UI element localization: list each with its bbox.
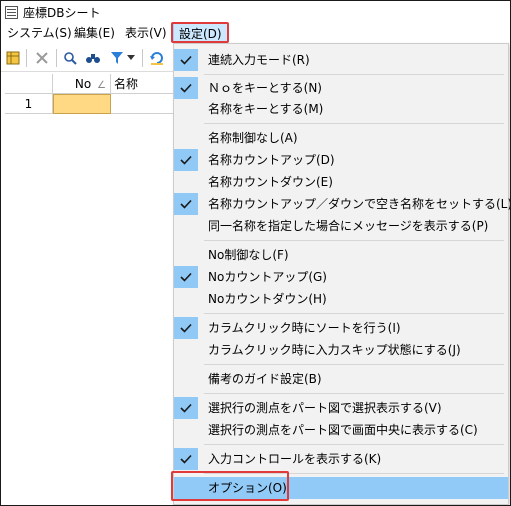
menu-separator — [204, 313, 504, 314]
menu-separator — [204, 74, 504, 75]
menu-item-label: 名称カウントアップ(D) — [208, 153, 335, 167]
menu-item-name-key[interactable]: 名称をキーとする(M) — [174, 98, 508, 120]
menu-item-remarks-guide[interactable]: 備考のガイド設定(B) — [174, 368, 508, 390]
menu-item-column-click-sort[interactable]: カラムクリック時にソートを行う(I) — [174, 317, 508, 339]
menu-edit[interactable]: 編集(E) — [74, 23, 115, 43]
dropdown-arrow-icon[interactable] — [125, 48, 137, 68]
menu-item-show-input-control[interactable]: 入力コントロールを表示する(K) — [174, 448, 508, 470]
toolbar-separator — [142, 49, 143, 67]
column-header-no[interactable]: No ∠ — [53, 74, 111, 94]
menu-item-label: Noカウントアップ(G) — [208, 270, 327, 284]
checkmark-icon — [174, 193, 198, 215]
grid-cell-name[interactable] — [111, 94, 175, 114]
menu-item-label: Ｎｏをキーとする(N) — [208, 81, 322, 95]
sort-indicator-icon: ∠ — [97, 80, 106, 91]
checkmark-icon — [174, 149, 198, 171]
menu-item-name-no-control[interactable]: 名称制御なし(A) — [174, 127, 508, 149]
menu-item-label: 選択行の測点をパート図で選択表示する(V) — [208, 401, 442, 415]
menu-item-no-control-none[interactable]: No制御なし(F) — [174, 244, 508, 266]
refresh-icon[interactable] — [147, 48, 167, 68]
menu-item-continuous-input[interactable]: 連続入力モード(R) — [174, 49, 508, 71]
menu-item-column-click-skip[interactable]: カラムクリック時に入力スキップ状態にする(J) — [174, 339, 508, 361]
checkmark-icon — [174, 397, 198, 419]
delete-icon[interactable] — [32, 48, 52, 68]
menu-item-name-count-up[interactable]: 名称カウントアップ(D) — [174, 149, 508, 171]
menu-item-set-empty-name[interactable]: 名称カウントアップ／ダウンで空き名称をセットする(L) — [174, 193, 511, 215]
column-header-name[interactable]: 名称 — [111, 74, 175, 94]
menu-item-label: Noカウントダウン(H) — [208, 292, 327, 306]
menu-item-label: 連続入力モード(R) — [208, 53, 310, 67]
highlight-box-settings-menu — [171, 22, 229, 43]
checkmark-icon — [174, 49, 198, 71]
grid-cell-no[interactable] — [53, 94, 111, 114]
highlight-box-options — [171, 471, 289, 501]
app-window: 座標DBシート システム(S) 編集(E) 表示(V) 設定(D) No ∠ 名… — [0, 0, 511, 506]
data-grid: No ∠ 名称 1 — [5, 74, 175, 114]
column-name-label: 名称 — [114, 77, 139, 91]
menu-item-label: 選択行の測点をパート図で画面中央に表示する(C) — [208, 423, 478, 437]
menu-item-label: 同一名称を指定した場合にメッセージを表示する(P) — [208, 219, 489, 233]
menu-bar: システム(S) 編集(E) 表示(V) 設定(D) — [1, 23, 510, 43]
toolbar — [1, 45, 175, 72]
row-header[interactable]: 1 — [5, 94, 53, 114]
checkmark-icon — [174, 317, 198, 339]
menu-item-no-count-down[interactable]: Noカウントダウン(H) — [174, 288, 508, 310]
checkmark-icon — [174, 266, 198, 288]
app-icon — [5, 6, 18, 19]
checkmark-icon — [174, 448, 198, 470]
menu-item-label: カラムクリック時にソートを行う(I) — [208, 321, 401, 335]
menu-item-no-count-up[interactable]: Noカウントアップ(G) — [174, 266, 508, 288]
menu-item-label: 備考のガイド設定(B) — [208, 372, 322, 386]
menu-item-name-count-down[interactable]: 名称カウントダウン(E) — [174, 171, 508, 193]
menu-separator — [204, 393, 504, 394]
filter-icon[interactable] — [107, 48, 127, 68]
menu-item-duplicate-name-message[interactable]: 同一名称を指定した場合にメッセージを表示する(P) — [174, 215, 508, 237]
menu-item-label: 名称をキーとする(M) — [208, 102, 324, 116]
menu-item-label: 名称カウントアップ／ダウンで空き名称をセットする(L) — [208, 197, 511, 211]
menu-item-label: No制御なし(F) — [208, 248, 289, 262]
menu-separator — [204, 444, 504, 445]
settings-dropdown-menu: 連続入力モード(R) Ｎｏをキーとする(N) 名称をキーとする(M) 名称制御な… — [173, 43, 511, 505]
column-no-label: No — [74, 77, 92, 91]
menu-view[interactable]: 表示(V) — [125, 23, 167, 43]
toolbar-separator — [26, 49, 27, 67]
title-bar: 座標DBシート — [1, 1, 510, 23]
menu-item-no-key[interactable]: Ｎｏをキーとする(N) — [174, 77, 508, 99]
menu-item-label: 名称カウントダウン(E) — [208, 175, 333, 189]
menu-item-center-point-part-view[interactable]: 選択行の測点をパート図で画面中央に表示する(C) — [174, 419, 508, 441]
menu-item-label: カラムクリック時に入力スキップ状態にする(J) — [208, 343, 461, 357]
grid-corner-header — [5, 74, 53, 94]
menu-system[interactable]: システム(S) — [7, 23, 72, 43]
menu-separator — [204, 123, 504, 124]
search-icon[interactable] — [60, 48, 80, 68]
find-icon[interactable] — [83, 48, 103, 68]
checkmark-icon — [174, 77, 198, 99]
window-title: 座標DBシート — [23, 6, 101, 20]
menu-item-select-point-part-view[interactable]: 選択行の測点をパート図で選択表示する(V) — [174, 397, 508, 419]
menu-separator — [204, 364, 504, 365]
toolbar-separator — [56, 49, 57, 67]
menu-item-label: 名称制御なし(A) — [208, 131, 298, 145]
menu-separator — [204, 240, 504, 241]
menu-item-label: 入力コントロールを表示する(K) — [208, 452, 382, 466]
table-icon[interactable] — [3, 48, 23, 68]
